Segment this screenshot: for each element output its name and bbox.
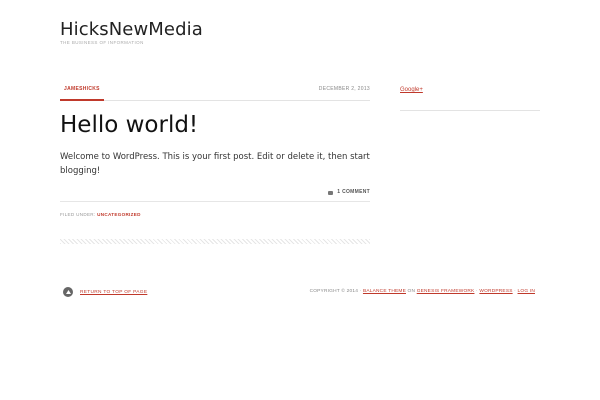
sidebar-divider (400, 110, 540, 111)
post-title[interactable]: Hello world! (60, 111, 198, 139)
filed-under-label: FILED UNDER: (60, 212, 96, 217)
arrow-up-icon (63, 287, 73, 297)
post-meta-bar: JAMESHICKS DECEMBER 2, 2013 (60, 84, 370, 101)
comments-count: 1 COMMENT (337, 189, 370, 195)
sidebar-link-google-plus[interactable]: Google+ (400, 87, 423, 93)
theme-link[interactable]: BALANCE THEME (363, 289, 406, 294)
footer-copyright: COPYRIGHT © 2014 · (309, 289, 362, 294)
genesis-link[interactable]: GENESIS FRAMEWORK (417, 289, 475, 294)
post-content: Welcome to WordPress. This is your first… (60, 152, 370, 176)
back-to-top-label: RETURN TO TOP OF PAGE (80, 289, 148, 295)
comments-link[interactable]: 1 COMMENT (328, 188, 370, 197)
footer-sep: · (514, 289, 516, 294)
post-categories: FILED UNDER: UNCATEGORIZED (60, 211, 141, 218)
site-description: THE BUSINESS OF INFORMATION (60, 40, 144, 45)
footer-on: ON (407, 289, 416, 294)
site-title[interactable]: HicksNewMedia (60, 19, 203, 40)
back-to-top[interactable]: RETURN TO TOP OF PAGE (63, 287, 147, 297)
wordpress-link[interactable]: WORDPRESS (479, 289, 512, 294)
post-date: DECEMBER 2, 2013 (318, 86, 370, 92)
footer-credits: COPYRIGHT © 2014 · BALANCE THEME ON GENE… (310, 289, 535, 294)
footer-sep: · (476, 289, 478, 294)
login-link[interactable]: LOG IN (518, 289, 535, 294)
comment-row: 1 COMMENT (60, 188, 370, 202)
category-link[interactable]: UNCATEGORIZED (97, 212, 141, 217)
post-divider (60, 239, 370, 244)
comment-bubble-icon (328, 190, 334, 195)
post-author-link[interactable]: JAMESHICKS (60, 84, 104, 101)
